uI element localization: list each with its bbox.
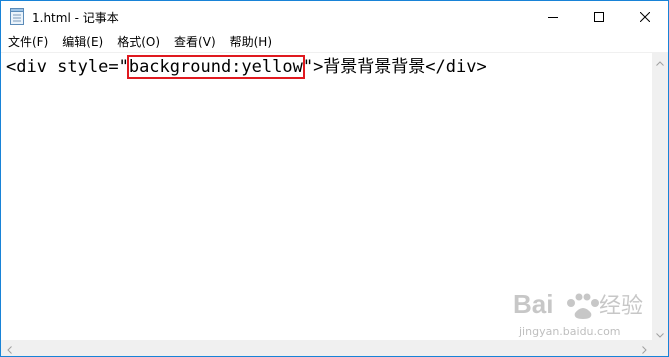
title-bar[interactable]: 1.html - 记事本 — [1, 1, 668, 32]
maximize-button[interactable] — [576, 1, 622, 31]
scroll-up-button[interactable] — [652, 52, 668, 68]
scrollbar-corner — [652, 340, 668, 356]
baidu-jingyan-watermark: Bai 经验 jingyan.baidu.com — [513, 283, 653, 341]
svg-text:Bai: Bai — [513, 289, 553, 319]
chevron-right-icon — [641, 339, 647, 357]
highlighted-code: background:yellow — [126, 55, 305, 79]
code-before: <div style=" — [6, 57, 129, 77]
svg-text:经验: 经验 — [599, 294, 643, 319]
scroll-right-button[interactable] — [636, 340, 652, 356]
code-line: <div style="background:yellow">背景背景背景</d… — [6, 55, 487, 79]
minimize-icon — [548, 7, 558, 26]
maximize-icon — [594, 7, 604, 26]
menu-help[interactable]: 帮助(H) — [223, 32, 279, 52]
menu-bar: 文件(F) 编辑(E) 格式(O) 查看(V) 帮助(H) — [1, 32, 668, 52]
code-after: ">背景背景背景</div> — [302, 57, 487, 77]
menu-edit[interactable]: 编辑(E) — [55, 32, 110, 52]
close-icon — [639, 7, 651, 26]
notepad-icon — [10, 8, 24, 25]
scroll-left-button[interactable] — [1, 340, 17, 356]
chevron-up-icon — [656, 51, 664, 70]
notepad-window: 1.html - 记事本 文件(F) 编辑(E) 格式(O) 查看(V) 帮助(… — [0, 0, 669, 357]
close-button[interactable] — [622, 1, 668, 31]
window-title: 1.html - 记事本 — [32, 11, 119, 25]
menu-format[interactable]: 格式(O) — [110, 32, 167, 52]
horizontal-scrollbar[interactable] — [1, 340, 652, 356]
menu-view[interactable]: 查看(V) — [167, 32, 223, 52]
menu-file[interactable]: 文件(F) — [1, 32, 55, 52]
scroll-down-button[interactable] — [652, 324, 668, 340]
vertical-scrollbar[interactable] — [652, 52, 668, 340]
minimize-button[interactable] — [530, 1, 576, 31]
chevron-left-icon — [6, 339, 12, 357]
baidu-logo-icon: Bai 经验 — [513, 289, 643, 319]
chevron-down-icon — [656, 323, 664, 342]
watermark-url: jingyan.baidu.com — [519, 325, 621, 338]
